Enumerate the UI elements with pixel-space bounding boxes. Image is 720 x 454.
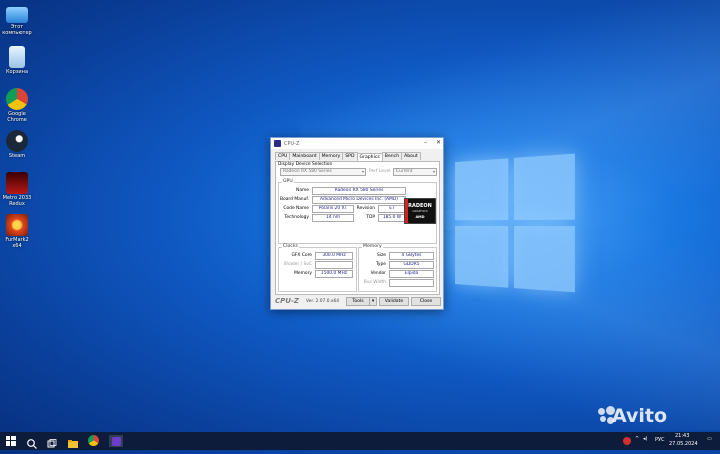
board-manuf-label: Board Manuf.: [279, 197, 309, 202]
cpuz-taskbar-icon[interactable]: [109, 435, 123, 447]
clock-memory-label: Memory: [279, 271, 312, 276]
cpuz-window: CPU-Z – ✕ CPU Mainboard Memory SPD Graph…: [270, 137, 444, 310]
display-device-group-label: Display Device Selection: [278, 162, 332, 167]
furmark-icon: [6, 214, 28, 236]
bus-width-value: [389, 279, 434, 287]
mem-vendor-value: Elpida: [389, 270, 434, 278]
tab-mainboard[interactable]: Mainboard: [289, 152, 319, 160]
file-explorer-icon[interactable]: [67, 435, 79, 447]
gfx-core-label: GFX Core: [279, 253, 312, 258]
tab-about[interactable]: About: [401, 152, 421, 160]
tab-graphics[interactable]: Graphics: [357, 153, 383, 161]
steam-icon: [6, 130, 28, 152]
recycle-bin-icon: [9, 46, 25, 68]
gpu-name-value: Radeon RX 580 Series: [312, 187, 406, 195]
tdp-value: 185.0 W: [378, 214, 406, 222]
technology-value: 14 nm: [312, 214, 354, 222]
chevron-down-icon: ▾: [433, 169, 435, 175]
shader-soc-value: [315, 261, 353, 269]
board-manuf-value: Advanced Micro Devices Inc. (AMD): [312, 196, 406, 204]
start-button[interactable]: [6, 436, 16, 446]
close-button[interactable]: Close: [411, 297, 441, 306]
perf-level-label: Perf Level: [369, 169, 391, 174]
tab-cpu[interactable]: CPU: [275, 152, 290, 160]
language-indicator[interactable]: РУС: [655, 437, 665, 443]
shader-soc-label: Shader / SoC: [279, 262, 312, 267]
cpuz-brand: CPU-Z: [275, 297, 299, 305]
desktop-icon-recycle-bin[interactable]: Корзина: [2, 46, 32, 75]
taskbar: ^ ◂) РУС 21:43 27.05.2024 ▭: [0, 432, 720, 450]
clock-time[interactable]: 21:43: [675, 433, 689, 439]
clock-date[interactable]: 27.05.2024: [669, 441, 698, 447]
perf-level-select[interactable]: Current ▾: [393, 168, 437, 176]
tab-bar: CPU Mainboard Memory SPD Graphics Bench …: [275, 152, 443, 160]
avito-watermark: Avito: [612, 405, 667, 427]
minimize-icon[interactable]: –: [424, 139, 427, 146]
chrome-taskbar-icon[interactable]: [88, 435, 100, 447]
clock-memory-value: 1500.0 MHz: [315, 270, 353, 278]
chevron-down-icon: ▾: [362, 169, 364, 175]
graphics-panel: Display Device Selection Radeon RX 580 S…: [275, 161, 440, 295]
mem-size-value: 4 GBytes: [389, 252, 434, 260]
desktop-icon-metro[interactable]: Metro 2033 Redux: [2, 172, 32, 207]
technology-label: Technology: [279, 215, 309, 220]
tab-memory[interactable]: Memory: [319, 152, 344, 160]
gfx-core-value: 300.0 MHz: [315, 252, 353, 260]
cpuz-app-icon: [274, 140, 281, 147]
memory-group-label: Memory: [362, 244, 383, 249]
mem-type-label: Type: [359, 262, 386, 267]
gpu-name-label: Name: [279, 188, 309, 193]
windows-logo-wallpaper: [455, 153, 579, 294]
window-title: CPU-Z: [284, 141, 299, 147]
mem-type-value: GDDR5: [389, 261, 434, 269]
revision-value: E7: [378, 205, 406, 213]
desktop-icon-this-pc[interactable]: Этот компьютер: [2, 4, 32, 36]
mem-size-label: Size: [359, 253, 386, 258]
bus-width-label: Bus Width: [359, 280, 386, 285]
chrome-icon: [6, 88, 28, 110]
clocks-group: Clocks GFX Core 300.0 MHz Shader / SoC M…: [278, 247, 357, 292]
revision-label: Revision: [353, 206, 375, 211]
notification-icon[interactable]: ▭: [707, 436, 712, 442]
version-text: Ver. 2.07.0.x64: [306, 299, 339, 304]
display-device-select[interactable]: Radeon RX 580 Series ▾: [280, 168, 366, 176]
tab-bench[interactable]: Bench: [382, 152, 402, 160]
clocks-group-label: Clocks: [282, 244, 299, 249]
metro-game-icon: [6, 172, 28, 194]
monitor-icon: [6, 7, 28, 23]
desktop-icon-furmark[interactable]: FurMark2 x64: [2, 214, 32, 249]
gpu-group-label: GPU: [282, 179, 294, 184]
tab-spd[interactable]: SPD: [342, 152, 357, 160]
radeon-logo: RADEON GRAPHICS AMD: [404, 198, 436, 224]
tools-dropdown-arrow[interactable]: ▾: [369, 297, 377, 306]
desktop-icon-steam[interactable]: Steam: [2, 130, 32, 159]
tdp-label: TDP: [353, 215, 375, 220]
tools-button[interactable]: Tools: [346, 297, 370, 306]
validate-button[interactable]: Validate: [379, 297, 409, 306]
code-name-value: Polaris 20 XT: [312, 205, 354, 213]
speaker-icon[interactable]: ◂): [643, 436, 647, 442]
chevron-up-icon[interactable]: ^: [635, 436, 639, 442]
mem-vendor-label: Vendor: [359, 271, 386, 276]
chevron-down-icon: ▾: [372, 299, 374, 304]
code-name-label: Code Name: [279, 206, 309, 211]
title-bar[interactable]: CPU-Z – ✕: [271, 138, 443, 149]
window-footer: CPU-Z Ver. 2.07.0.x64 Tools ▾ Validate C…: [273, 296, 441, 306]
task-view-icon[interactable]: [46, 435, 58, 447]
close-icon[interactable]: ✕: [436, 139, 441, 146]
tray-app-icon[interactable]: [623, 437, 631, 445]
search-icon[interactable]: [26, 435, 38, 447]
desktop-icon-chrome[interactable]: Google Chrome: [2, 88, 32, 123]
memory-group: Memory Size 4 GBytes Type GDDR5 Vendor E…: [358, 247, 437, 292]
